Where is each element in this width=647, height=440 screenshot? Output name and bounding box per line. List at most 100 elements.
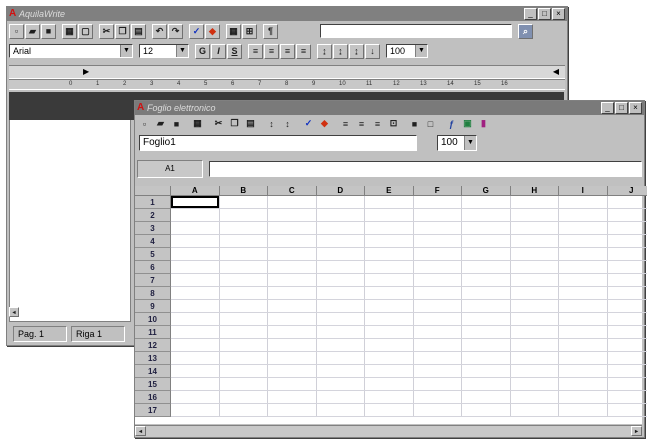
row-header[interactable]: 2 (135, 209, 171, 222)
border-icon[interactable]: □ (423, 116, 438, 131)
fill-icon[interactable]: ■ (407, 116, 422, 131)
line-spacing-15-icon[interactable]: ↨ (333, 43, 348, 59)
column-header[interactable]: B (219, 186, 268, 196)
row-header[interactable]: 13 (135, 352, 171, 365)
redo-icon[interactable]: ↷ (168, 23, 183, 39)
paste-icon[interactable]: ▤ (243, 116, 258, 131)
new-document-icon[interactable]: ▫ (137, 116, 152, 131)
merge-cells-icon[interactable]: ⊡ (386, 116, 401, 131)
picture-icon[interactable]: ▣ (460, 116, 475, 131)
chevron-down-icon[interactable]: ▼ (415, 45, 427, 57)
cell-reference-box[interactable]: A1 (137, 160, 203, 178)
right-indent-marker-icon[interactable]: ◀ (553, 67, 559, 76)
indent-icon[interactable]: ↓ (365, 43, 380, 59)
writer-search-field[interactable] (320, 24, 512, 38)
print-icon[interactable]: ▦ (190, 116, 205, 131)
line-spacing-1-icon[interactable]: ↨ (317, 43, 332, 59)
row-header[interactable]: 10 (135, 313, 171, 326)
align-right-icon[interactable]: ≡ (370, 116, 385, 131)
spreadsheet-grid[interactable]: A B C D E F G H I J 1 2 3 4 5 6 7 8 9 10 11 12 13 14 15 16 17 (135, 186, 647, 424)
column-header[interactable]: E (365, 186, 414, 196)
row-header[interactable]: 17 (135, 404, 171, 417)
color-icon[interactable]: ◆ (205, 23, 220, 39)
align-right-icon[interactable]: ≡ (280, 43, 295, 59)
print-icon[interactable]: ▦ (62, 23, 77, 39)
bold-button[interactable]: G (195, 43, 210, 59)
row-header[interactable]: 15 (135, 378, 171, 391)
align-center-icon[interactable]: ≡ (264, 43, 279, 59)
select-all-corner[interactable] (135, 186, 171, 196)
row-header[interactable]: 5 (135, 248, 171, 261)
column-header[interactable]: I (559, 186, 608, 196)
sheet-titlebar[interactable]: A Foglio elettronico _ □ × (135, 101, 644, 115)
search-go-icon[interactable]: ⌕ (518, 23, 533, 39)
color-icon[interactable]: ◆ (317, 116, 332, 131)
chevron-down-icon[interactable]: ▼ (120, 45, 132, 57)
justify-icon[interactable]: ≡ (296, 43, 311, 59)
print-preview-icon[interactable]: ▢ (78, 23, 93, 39)
chevron-down-icon[interactable]: ▼ (176, 45, 188, 57)
maximize-button[interactable]: □ (615, 102, 628, 114)
align-left-icon[interactable]: ≡ (248, 43, 263, 59)
row-header[interactable]: 7 (135, 274, 171, 287)
maximize-button[interactable]: □ (538, 8, 551, 20)
spellcheck-icon[interactable]: ✓ (189, 23, 204, 39)
sort-descending-icon[interactable]: ↕ (280, 116, 295, 131)
close-button[interactable]: × (552, 8, 565, 20)
undo-icon[interactable]: ↶ (152, 23, 167, 39)
row-header[interactable]: 12 (135, 339, 171, 352)
column-header[interactable]: F (413, 186, 462, 196)
sort-ascending-icon[interactable]: ↕ (264, 116, 279, 131)
new-document-icon[interactable]: ▫ (9, 23, 24, 39)
writer-titlebar[interactable]: A AquilaWrite _ □ × (7, 7, 567, 21)
open-folder-icon[interactable]: ▰ (153, 116, 168, 131)
column-header[interactable]: J (607, 186, 647, 196)
insert-table-icon[interactable]: ▦ (226, 23, 241, 39)
scroll-left-icon[interactable]: ◂ (9, 307, 19, 317)
writer-page-area[interactable] (9, 92, 131, 322)
row-header[interactable]: 1 (135, 196, 171, 209)
align-left-icon[interactable]: ≡ (338, 116, 353, 131)
paragraph-mark-icon[interactable]: ¶ (263, 23, 278, 39)
save-icon[interactable]: ■ (41, 23, 56, 39)
copy-icon[interactable]: ❐ (227, 116, 242, 131)
formula-bar-input[interactable] (209, 161, 642, 177)
column-header[interactable]: G (462, 186, 511, 196)
font-size-select[interactable]: 12 ▼ (139, 44, 189, 58)
column-header[interactable]: D (316, 186, 365, 196)
underline-button[interactable]: S (227, 43, 242, 59)
horizontal-scrollbar[interactable]: ◂ ▸ (135, 425, 642, 437)
scroll-right-icon[interactable]: ▸ (631, 426, 642, 436)
line-spacing-2-icon[interactable]: ↨ (349, 43, 364, 59)
row-header[interactable]: 8 (135, 287, 171, 300)
row-header[interactable]: 14 (135, 365, 171, 378)
open-folder-icon[interactable]: ▰ (25, 23, 40, 39)
italic-button[interactable]: I (211, 43, 226, 59)
copy-icon[interactable]: ❐ (115, 23, 130, 39)
column-header[interactable]: C (268, 186, 317, 196)
chart-icon[interactable]: ▮ (476, 116, 491, 131)
row-header[interactable]: 3 (135, 222, 171, 235)
spellcheck-icon[interactable]: ✓ (301, 116, 316, 131)
row-header[interactable]: 16 (135, 391, 171, 404)
font-name-select[interactable]: Arial ▼ (9, 44, 133, 58)
sheet-name-field[interactable]: Foglio1 (139, 135, 417, 151)
row-header[interactable]: 6 (135, 261, 171, 274)
cut-icon[interactable]: ✂ (211, 116, 226, 131)
sheet-zoom-select[interactable]: 100 ▼ (437, 135, 477, 151)
close-button[interactable]: × (629, 102, 642, 114)
scroll-left-icon[interactable]: ◂ (135, 426, 146, 436)
save-icon[interactable]: ■ (169, 116, 184, 131)
table-grid-icon[interactable]: ⊞ (242, 23, 257, 39)
left-indent-marker-icon[interactable]: ▶ (83, 67, 89, 76)
row-header[interactable]: 11 (135, 326, 171, 339)
row-header[interactable]: 4 (135, 235, 171, 248)
active-cell[interactable] (171, 196, 219, 208)
align-center-icon[interactable]: ≡ (354, 116, 369, 131)
column-header[interactable]: H (510, 186, 559, 196)
minimize-button[interactable]: _ (601, 102, 614, 114)
cut-icon[interactable]: ✂ (99, 23, 114, 39)
minimize-button[interactable]: _ (524, 8, 537, 20)
column-header[interactable]: A (171, 186, 220, 196)
function-icon[interactable]: ƒ (444, 116, 459, 131)
